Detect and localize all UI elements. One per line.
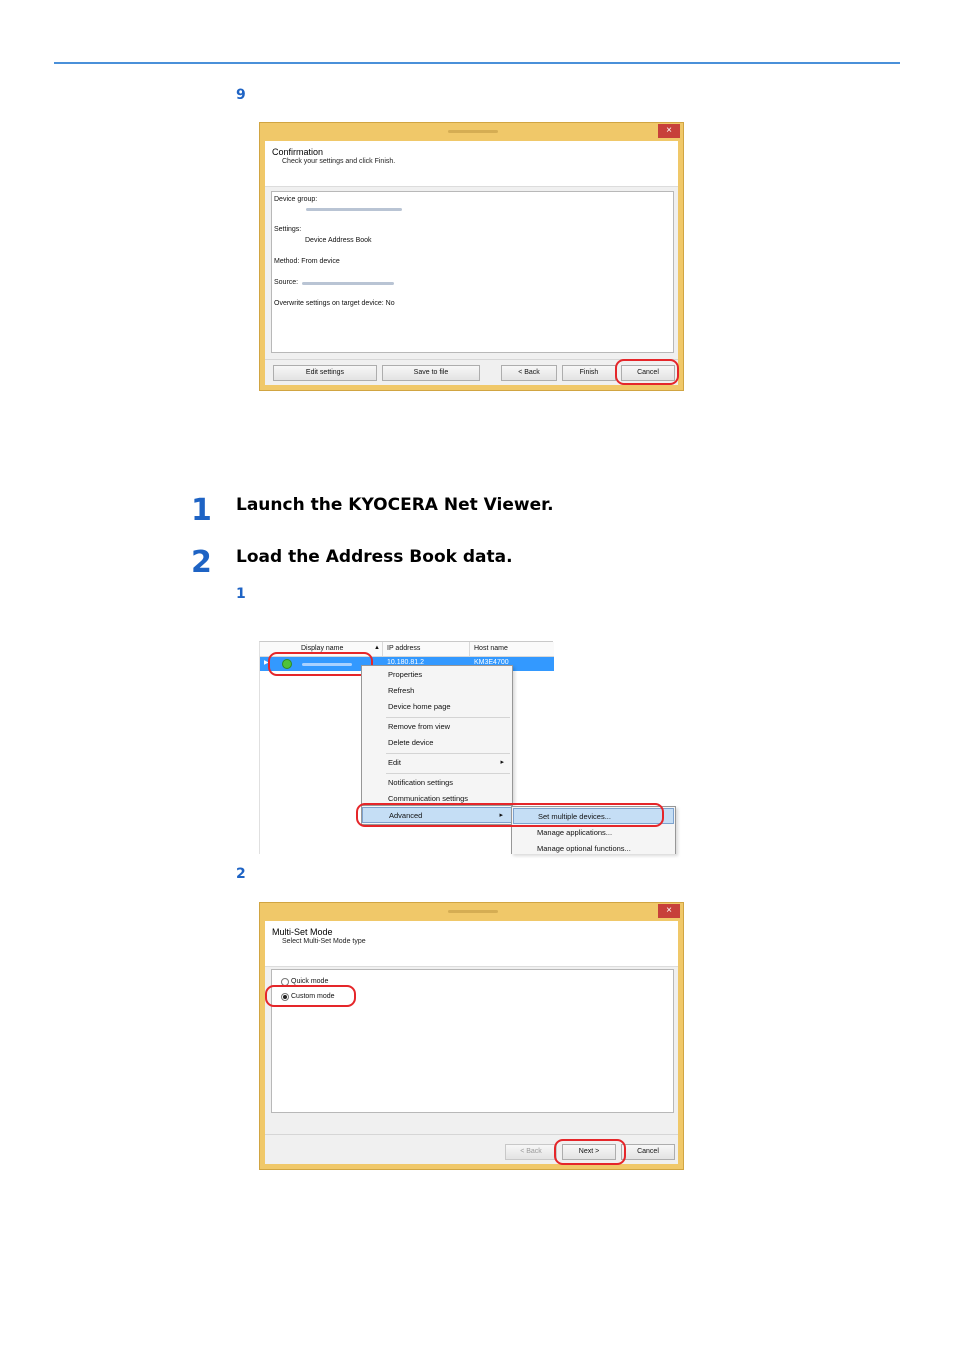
blurred-window-title xyxy=(448,910,498,913)
next-callout xyxy=(554,1139,626,1165)
menu-separator xyxy=(386,717,510,718)
quick-mode-label[interactable]: Quick mode xyxy=(291,978,328,985)
dialog-subtitle: Check your settings and click Finish. xyxy=(282,158,396,165)
settings-value: Device Address Book xyxy=(305,237,372,244)
menu-separator xyxy=(386,773,510,774)
save-to-file-button[interactable]: Save to file xyxy=(382,365,480,381)
substep-1-number: 1 xyxy=(236,586,246,602)
column-divider[interactable] xyxy=(382,642,383,657)
close-icon[interactable]: × xyxy=(658,904,680,918)
menu-separator xyxy=(386,753,510,754)
step-2-number: 2 xyxy=(191,545,212,580)
cancel-callout xyxy=(615,359,679,385)
custom-mode-callout xyxy=(265,985,356,1007)
menu-item-notification-settings[interactable]: Notification settings xyxy=(362,775,512,791)
substep-9-number: 9 xyxy=(236,87,246,103)
device-row-callout xyxy=(268,652,373,676)
dialog-client-area: Multi-Set Mode Select Multi-Set Mode typ… xyxy=(265,921,678,1164)
column-host-name[interactable]: Host name xyxy=(474,645,508,652)
device-context-menu: Properties Refresh Device home page Remo… xyxy=(361,665,513,805)
dialog-subtitle: Select Multi-Set Mode type xyxy=(282,938,366,945)
advanced-callout xyxy=(356,803,664,827)
menu-item-manage-optional-functions[interactable]: Manage optional functions... xyxy=(512,841,675,857)
blurred-device-group-value xyxy=(306,208,402,211)
dialog-client-area: Confirmation Check your settings and cli… xyxy=(265,141,678,385)
dialog-titlebar[interactable]: × xyxy=(260,123,683,141)
dialog-header: Confirmation Check your settings and cli… xyxy=(265,141,678,187)
substep-2-number: 2 xyxy=(236,866,246,882)
submenu-arrow-icon: ▸ xyxy=(500,759,504,766)
column-divider[interactable] xyxy=(469,642,470,657)
cancel-button[interactable]: Cancel xyxy=(621,1144,675,1160)
finish-button[interactable]: Finish xyxy=(562,365,616,381)
device-group-label: Device group: xyxy=(274,196,318,203)
menu-item-properties[interactable]: Properties xyxy=(362,667,512,683)
dialog-titlebar[interactable]: × xyxy=(260,903,683,921)
settings-label: Settings: xyxy=(274,226,302,233)
menu-item-communication-settings[interactable]: Communication settings xyxy=(362,791,512,803)
menu-item-edit[interactable]: Edit ▸ xyxy=(362,755,512,771)
column-display-name[interactable]: Display name xyxy=(301,645,343,652)
menu-item-delete-device[interactable]: Delete device xyxy=(362,735,512,751)
close-icon[interactable]: × xyxy=(658,124,680,138)
column-ip-address[interactable]: IP address xyxy=(387,645,420,652)
menu-item-edit-label: Edit xyxy=(388,758,401,767)
step-1-text: Launch the KYOCERA Net Viewer. xyxy=(236,495,554,515)
multiset-mode-dialog: × Multi-Set Mode Select Multi-Set Mode t… xyxy=(259,902,684,1170)
overwrite-text: Overwrite settings on target device: No xyxy=(274,300,395,307)
step-1-number: 1 xyxy=(191,493,212,528)
source-label: Source: xyxy=(274,279,299,286)
blurred-source-value xyxy=(302,282,394,285)
menu-item-refresh[interactable]: Refresh xyxy=(362,683,512,699)
dialog-title: Multi-Set Mode xyxy=(272,927,333,937)
blurred-window-title xyxy=(448,130,498,133)
dialog-title: Confirmation xyxy=(272,147,324,157)
back-button[interactable]: < Back xyxy=(501,365,557,381)
edit-settings-button[interactable]: Edit settings xyxy=(273,365,377,381)
header-rule xyxy=(54,62,900,64)
sort-ascending-icon: ▲ xyxy=(374,645,380,651)
method-text: Method: From device xyxy=(274,258,340,265)
menu-item-manage-applications[interactable]: Manage applications... xyxy=(512,825,675,841)
menu-item-device-home-page[interactable]: Device home page xyxy=(362,699,512,715)
menu-item-remove-from-view[interactable]: Remove from view xyxy=(362,719,512,735)
confirmation-dialog: × Confirmation Check your settings and c… xyxy=(259,122,684,391)
footer-divider xyxy=(265,359,678,360)
step-2-text: Load the Address Book data. xyxy=(236,547,513,567)
back-button[interactable]: < Back xyxy=(505,1144,557,1160)
dialog-header: Multi-Set Mode Select Multi-Set Mode typ… xyxy=(265,921,678,967)
settings-summary-box: Device group: Settings: Device Address B… xyxy=(271,191,674,353)
footer-divider xyxy=(265,1134,678,1135)
